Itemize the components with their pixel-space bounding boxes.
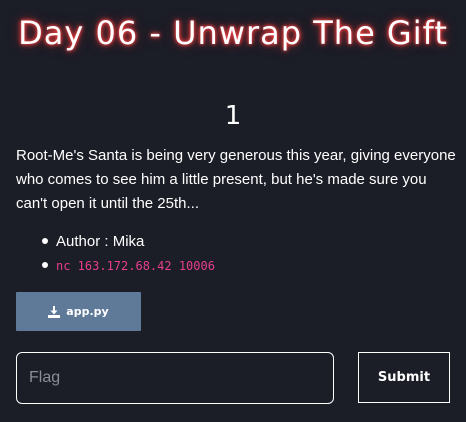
bullet-icon [42, 238, 48, 244]
challenge-points: 1 [224, 101, 242, 131]
download-icon [48, 305, 61, 318]
challenge-info-list: Author : Mika nc 163.172.68.42 10006 [16, 229, 215, 277]
flag-input[interactable] [16, 352, 334, 404]
download-file-label: app.py [66, 305, 109, 318]
connection-command: nc 163.172.68.42 10006 [56, 259, 215, 273]
submit-button[interactable]: Submit [358, 352, 450, 403]
author-text: Author : Mika [56, 233, 145, 250]
bullet-icon [42, 262, 48, 268]
challenge-description: Root-Me's Santa is being very generous t… [16, 147, 456, 212]
list-item: nc 163.172.68.42 10006 [16, 253, 215, 277]
challenge-title: Day 06 - Unwrap The Gift [18, 14, 448, 52]
download-file-button[interactable]: app.py [16, 292, 141, 331]
list-item: Author : Mika [16, 229, 215, 253]
